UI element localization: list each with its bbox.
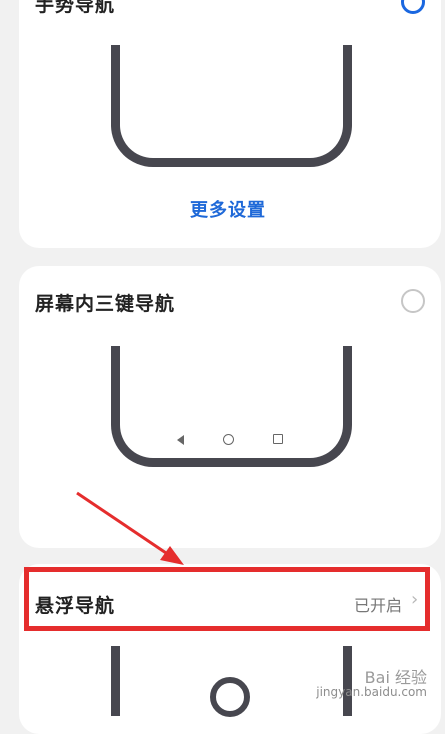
floating-ball-icon: [210, 677, 250, 717]
highlight-box: [24, 567, 430, 631]
watermark-url: jingyan.baidu.com: [316, 685, 427, 699]
phone-left-edge: [111, 346, 120, 386]
three-key-nav-card[interactable]: 屏幕内三键导航: [19, 266, 441, 548]
home-circle-icon: [223, 434, 234, 445]
watermark: Bai 经验 jingyan.baidu.com: [316, 668, 427, 700]
watermark-brand: Bai 经验: [364, 668, 427, 687]
phone-right-edge: [343, 346, 352, 386]
gesture-nav-card[interactable]: 手势导航 更多设置: [19, 0, 441, 248]
gesture-nav-title: 手势导航: [35, 0, 116, 16]
radio-unchecked-icon[interactable]: [401, 289, 425, 313]
back-triangle-icon: [177, 435, 184, 445]
phone-left-edge: [111, 646, 120, 716]
phone-outline-three-key: [111, 381, 352, 467]
phone-outline-gesture: [111, 80, 352, 167]
radio-checked-icon[interactable]: [401, 0, 425, 14]
more-settings-link[interactable]: 更多设置: [190, 196, 266, 222]
recent-square-icon: [273, 434, 283, 444]
phone-left-edge: [111, 45, 120, 85]
three-key-nav-title: 屏幕内三键导航: [35, 293, 176, 315]
phone-right-edge: [343, 45, 352, 85]
